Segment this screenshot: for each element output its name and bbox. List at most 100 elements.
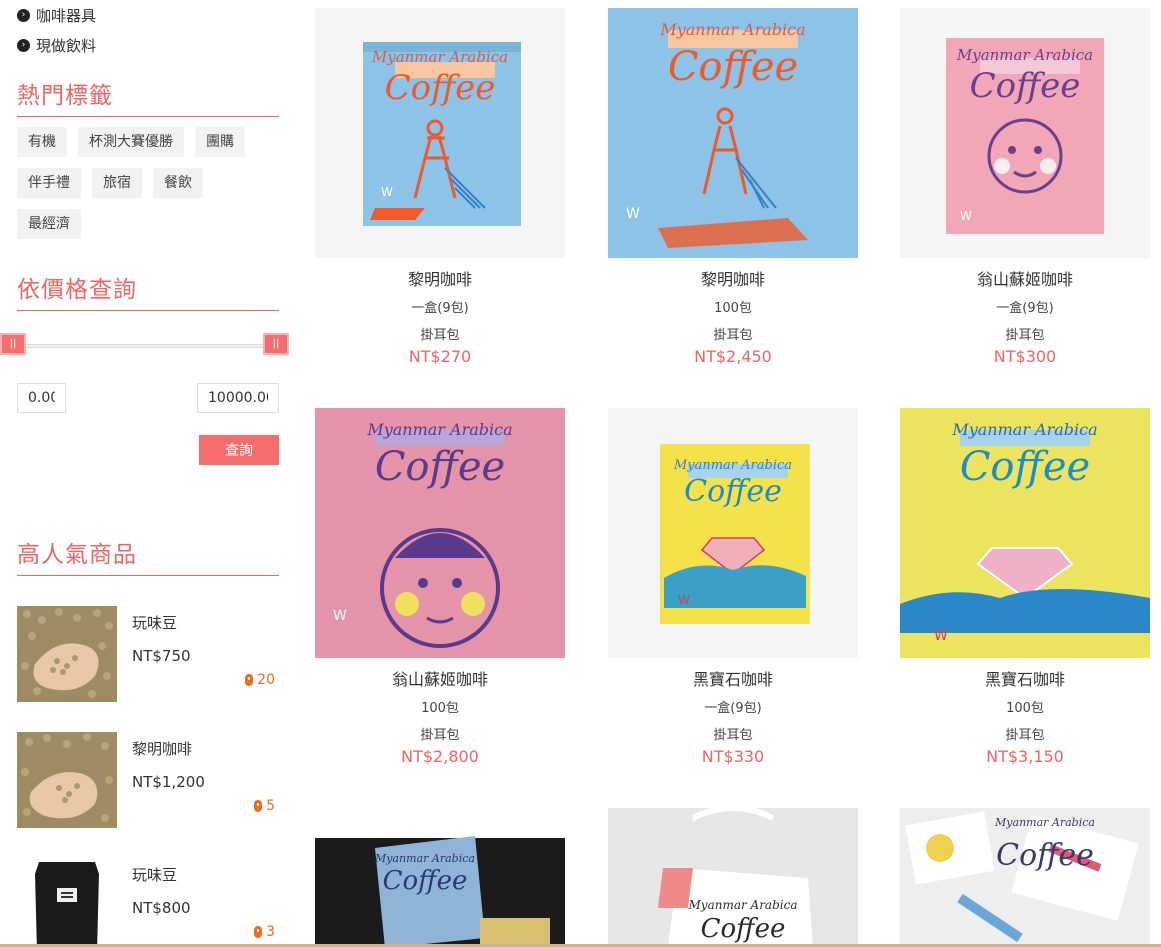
bag-coffee-text: Coffee [667, 44, 799, 90]
popular-item-info: 玩味豆 NT$800 3 [117, 858, 279, 947]
category-label: 現做飲料 [36, 36, 97, 55]
product-card[interactable]: W Myanmar Arabica Coffee 黑寶石咖啡 100包 掛耳包 … [900, 408, 1150, 766]
product-price: NT$2,450 [694, 347, 772, 366]
product-spec: 一盒(9包) [996, 301, 1054, 316]
product-name[interactable]: 黎明咖啡 [315, 266, 565, 290]
product-name[interactable]: 翁山蘇姬咖啡 [315, 666, 565, 690]
query-button[interactable]: 查詢 [199, 435, 279, 465]
svg-text:W: W [960, 209, 972, 223]
bag-coffee-text: Coffee [382, 866, 468, 896]
max-price-input[interactable] [197, 383, 279, 413]
svg-text:W: W [381, 185, 393, 199]
svg-text:W: W [678, 593, 690, 607]
product-image[interactable]: Myanmar Arabica Coffee [315, 808, 565, 947]
sidebar: › 咖啡器具 › 現做飲料 熱門標籤 有機 杯測大賽優勝 團購 伴手禮 旅宿 餐… [0, 0, 289, 947]
product-image[interactable]: W Myanmar Arabica Coffee [900, 8, 1150, 258]
min-price-input[interactable] [17, 383, 66, 413]
tag-cupping-winner[interactable]: 杯測大賽優勝 [78, 127, 184, 157]
product-type: 掛耳包 [1005, 728, 1045, 743]
bag-brand-text: Myanmar Arabica [995, 816, 1095, 829]
price-range-slider[interactable]: || || [0, 331, 289, 361]
bag-coffee-text: Coffee [384, 68, 496, 108]
product-card[interactable]: W Myanmar Arabica Coffee 黎明咖啡 一盒(9包) 掛耳包… [315, 8, 565, 366]
bag-coffee-text: Coffee [700, 914, 786, 944]
bag-coffee-text: Coffee [684, 474, 782, 509]
product-card[interactable]: W Myanmar Arabica Coffee 黑寶石咖啡 一盒(9包) 掛耳… [608, 408, 858, 766]
popular-item[interactable]: 黎明咖啡 NT$1,200 5 [17, 732, 279, 828]
product-price: NT$3,150 [986, 747, 1064, 766]
product-type: 掛耳包 [420, 728, 460, 743]
product-name[interactable]: 黑寶石咖啡 [608, 666, 858, 690]
product-type: 掛耳包 [420, 328, 460, 343]
product-type: 掛耳包 [713, 728, 753, 743]
product-image[interactable]: Myanmar Arabica Coffee [608, 808, 858, 947]
coffee-bag-thumbnail[interactable] [17, 858, 117, 947]
product-card[interactable]: Myanmar Arabica Coffee [900, 808, 1150, 947]
product-card[interactable]: W Myanmar Arabica Coffee 翁山蘇姬咖啡 100包 掛耳包… [315, 408, 565, 766]
popular-item-price: NT$1,200 [132, 773, 205, 791]
product-spec: 100包 [1006, 701, 1044, 716]
green-beans-thumbnail[interactable] [17, 606, 117, 702]
slider-handle-min[interactable]: || [0, 333, 26, 355]
product-card[interactable]: W Myanmar Arabica Coffee 黎明咖啡 100包 掛耳包 N… [608, 8, 858, 366]
tag-group-buy[interactable]: 團購 [195, 127, 245, 157]
bag-coffee-text: Coffee [959, 444, 1091, 490]
bag-brand-text: Myanmar Arabica [371, 48, 509, 66]
popular-item-price: NT$800 [132, 899, 191, 917]
svg-text:W: W [333, 608, 347, 624]
click-count: 20 [245, 672, 275, 688]
tag-hotel[interactable]: 旅宿 [92, 168, 142, 198]
popular-item-name[interactable]: 玩味豆 [132, 864, 279, 885]
product-image[interactable]: W Myanmar Arabica Coffee [900, 408, 1150, 658]
popular-item[interactable]: 玩味豆 NT$800 3 [17, 858, 279, 947]
popular-item-price: NT$750 [132, 647, 191, 665]
category-item-coffee-equipment[interactable]: › 咖啡器具 [17, 0, 279, 30]
popular-item-name[interactable]: 黎明咖啡 [132, 738, 279, 759]
product-image[interactable]: Myanmar Arabica Coffee [900, 808, 1150, 947]
product-spec: 100包 [714, 301, 752, 316]
product-image[interactable]: W Myanmar Arabica Coffee [608, 408, 858, 658]
product-image[interactable]: W Myanmar Arabica Coffee [608, 8, 858, 258]
category-label: 咖啡器具 [36, 6, 97, 25]
product-name[interactable]: 翁山蘇姬咖啡 [900, 266, 1150, 290]
popular-title: 高人氣商品 [17, 535, 279, 576]
product-image[interactable]: W Myanmar Arabica Coffee [315, 8, 565, 258]
click-count-value: 3 [266, 924, 275, 940]
svg-text:W: W [626, 206, 640, 222]
green-beans-thumbnail[interactable] [17, 732, 117, 828]
product-card[interactable]: Myanmar Arabica Coffee [608, 808, 858, 947]
mouse-icon [254, 800, 263, 812]
tag-organic[interactable]: 有機 [17, 127, 67, 157]
slider-handle-max[interactable]: || [263, 333, 289, 355]
click-count: 5 [254, 798, 275, 814]
bag-coffee-text: Coffee [374, 444, 506, 490]
product-name[interactable]: 黑寶石咖啡 [900, 666, 1150, 690]
product-image[interactable]: W Myanmar Arabica Coffee [315, 408, 565, 658]
popular-item-name[interactable]: 玩味豆 [132, 612, 279, 633]
hot-tags-title: 熱門標籤 [17, 76, 279, 117]
product-card[interactable]: Myanmar Arabica Coffee [315, 808, 565, 947]
product-type: 掛耳包 [1005, 328, 1045, 343]
product-spec: 100包 [421, 701, 459, 716]
tag-gift[interactable]: 伴手禮 [17, 168, 81, 198]
category-item-fresh-drinks[interactable]: › 現做飲料 [17, 30, 279, 60]
product-name[interactable]: 黎明咖啡 [608, 266, 858, 290]
bag-brand-text: Myanmar Arabica [956, 46, 1094, 64]
bag-brand-text: Myanmar Arabica [952, 420, 1098, 439]
product-price: NT$330 [701, 747, 765, 766]
product-price: NT$2,800 [401, 747, 479, 766]
popular-item[interactable]: 玩味豆 NT$750 20 [17, 606, 279, 702]
bag-brand-text: Myanmar Arabica [375, 852, 475, 865]
product-card[interactable]: W Myanmar Arabica Coffee 翁山蘇姬咖啡 一盒(9包) 掛… [900, 8, 1150, 366]
chevron-right-icon: › [17, 8, 30, 22]
price-filter-title: 依價格查詢 [17, 270, 279, 311]
tag-catering[interactable]: 餐飲 [153, 168, 203, 198]
popular-list: 玩味豆 NT$750 20 黎明咖啡 NT$1,200 5 玩味豆 NT$800… [17, 606, 279, 947]
click-count-value: 20 [257, 672, 275, 688]
product-spec: 一盒(9包) [704, 701, 762, 716]
bag-brand-text: Myanmar Arabica [660, 20, 806, 39]
bag-coffee-text: Coffee [969, 66, 1081, 106]
slider-track [17, 344, 279, 348]
tag-economy[interactable]: 最經濟 [17, 209, 81, 239]
product-spec: 一盒(9包) [411, 301, 469, 316]
